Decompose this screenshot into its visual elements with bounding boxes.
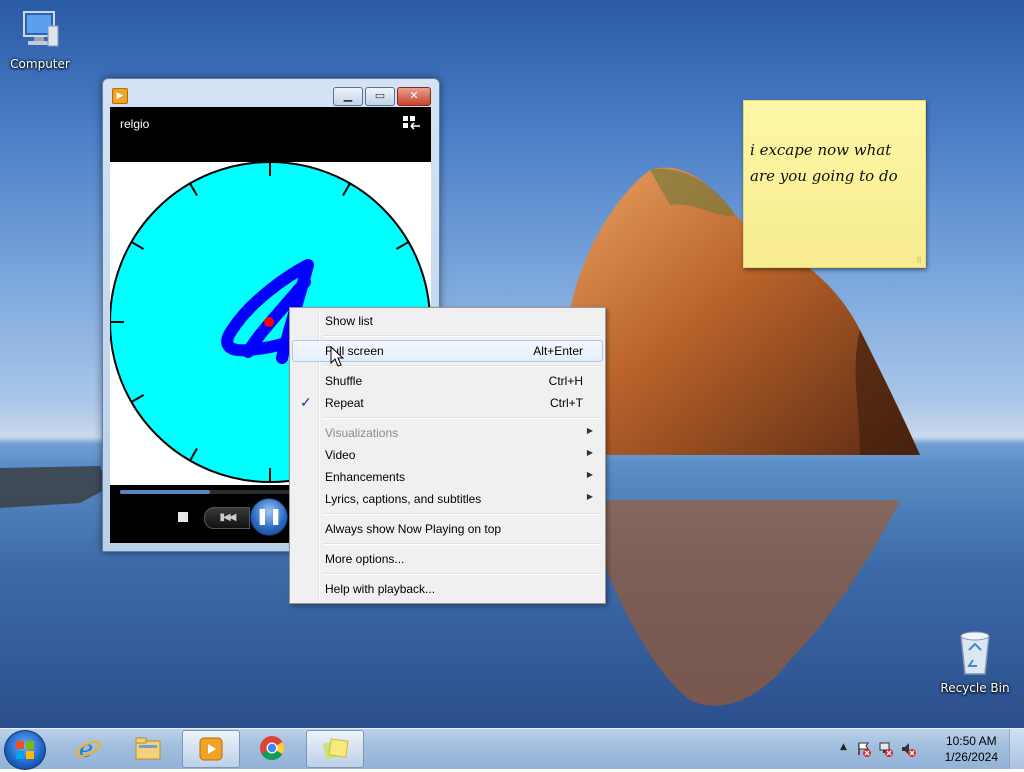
previous-icon[interactable]: ▮◀◀ — [204, 507, 250, 529]
taskbar-sticky-notes[interactable] — [306, 730, 364, 768]
maximize-button[interactable]: ▭ — [365, 87, 395, 106]
show-hidden-icons-icon[interactable]: ▲ — [840, 742, 847, 752]
resize-grip-icon[interactable]: ⠿ — [916, 256, 922, 265]
menu-item-show-list[interactable]: Show list — [292, 310, 603, 332]
taskbar-chrome[interactable] — [244, 730, 300, 766]
recycle-bin-icon — [960, 631, 990, 675]
menu-item-label: Lyrics, captions, and subtitles — [325, 492, 482, 506]
menu-item-always-on-top[interactable]: Always show Now Playing on top — [292, 518, 603, 540]
menu-item-lyrics-captions-subtitles[interactable]: Lyrics, captions, and subtitles ▶ — [292, 488, 603, 510]
menu-item-help-playback[interactable]: Help with playback... — [292, 578, 603, 600]
desktop-icon-label: Recycle Bin — [940, 681, 1010, 695]
switch-to-library-icon[interactable] — [403, 116, 421, 132]
sticky-notes-icon — [322, 738, 349, 760]
menu-separator — [323, 573, 601, 575]
menu-separator — [323, 417, 601, 419]
taskbar-internet-explorer[interactable]: e — [60, 730, 116, 766]
media-player-icon — [199, 737, 223, 761]
menu-item-visualizations: Visualizations ▶ — [292, 422, 603, 444]
menu-item-label: Enhancements — [325, 470, 406, 484]
notification-area: ▲ 10:50 AM 1/26/2024 — [834, 729, 1024, 769]
menu-item-enhancements[interactable]: Enhancements ▶ — [292, 466, 603, 488]
window-title-bar[interactable]: ▶ ▁ ▭ ✕ — [103, 79, 439, 107]
menu-item-shortcut: Ctrl+H — [548, 374, 583, 388]
menu-separator — [323, 335, 601, 337]
seek-bar-fill — [120, 490, 210, 494]
rock-reflection-image — [580, 500, 900, 706]
checkmark-icon: ✓ — [300, 394, 312, 410]
menu-item-video[interactable]: Video ▶ — [292, 444, 603, 466]
minimize-button[interactable]: ▁ — [333, 87, 363, 106]
menu-item-repeat[interactable]: ✓ Repeat Ctrl+T — [292, 392, 603, 414]
media-player-app-icon[interactable]: ▶ — [112, 88, 128, 104]
sticky-note-text[interactable]: i excape now what are you going to do — [750, 137, 915, 189]
show-desktop-button[interactable] — [1009, 729, 1024, 769]
start-orb-icon[interactable] — [4, 730, 46, 770]
close-icon: ✕ — [409, 89, 419, 102]
action-center-icon[interactable] — [856, 741, 872, 757]
sticky-note[interactable]: i excape now what are you going to do ⠿ — [743, 100, 926, 268]
menu-item-label: Video — [325, 448, 356, 462]
menu-separator — [323, 365, 601, 367]
desktop-icon-computer[interactable]: Computer — [0, 8, 80, 71]
menu-item-label: Repeat — [325, 396, 364, 410]
menu-item-label: Visualizations — [325, 426, 399, 440]
menu-item-label: Show list — [325, 314, 374, 328]
system-clock[interactable]: 10:50 AM 1/26/2024 — [945, 733, 998, 765]
submenu-arrow-icon: ▶ — [586, 448, 593, 457]
computer-icon — [23, 11, 59, 47]
close-button[interactable]: ✕ — [397, 87, 431, 106]
desktop-icon-recycle-bin[interactable]: Recycle Bin — [935, 630, 1015, 695]
submenu-arrow-icon: ▶ — [586, 492, 593, 501]
submenu-arrow-icon: ▶ — [586, 470, 593, 479]
shore-rocks-image — [0, 466, 108, 508]
menu-item-label: Shuffle — [325, 374, 363, 388]
menu-item-shuffle[interactable]: Shuffle Ctrl+H — [292, 370, 603, 392]
menu-item-label: Always show Now Playing on top — [325, 522, 502, 536]
taskbar-media-player[interactable] — [182, 730, 240, 768]
submenu-arrow-icon: ▶ — [586, 426, 593, 435]
now-playing-header: relgio — [110, 107, 431, 162]
stop-icon[interactable] — [178, 512, 188, 522]
desktop-icon-label: Computer — [10, 57, 70, 71]
menu-separator — [323, 543, 601, 545]
menu-separator — [323, 513, 601, 515]
clock-time: 10:50 AM — [945, 734, 997, 748]
chrome-icon — [260, 736, 285, 761]
taskbar: e ▲ 10:50 AM 1/26/2024 — [0, 728, 1024, 770]
maximize-icon: ▭ — [374, 89, 386, 102]
clock-date: 1/26/2024 — [944, 750, 998, 764]
minimize-icon: ▁ — [343, 89, 353, 102]
volume-muted-icon[interactable] — [900, 741, 916, 757]
network-icon[interactable] — [878, 741, 894, 757]
menu-item-label: Help with playback... — [325, 582, 436, 596]
mouse-cursor-icon — [330, 346, 344, 367]
taskbar-file-explorer[interactable] — [120, 730, 176, 766]
menu-item-shortcut: Ctrl+T — [550, 396, 583, 410]
pause-icon[interactable]: ❚❚ — [250, 498, 288, 536]
now-playing-title: relgio — [120, 117, 150, 131]
menu-item-label: More options... — [325, 552, 405, 566]
internet-explorer-icon: e — [75, 735, 101, 761]
file-explorer-icon — [135, 737, 161, 760]
menu-item-more-options[interactable]: More options... — [292, 548, 603, 570]
menu-item-shortcut: Alt+Enter — [533, 344, 583, 358]
